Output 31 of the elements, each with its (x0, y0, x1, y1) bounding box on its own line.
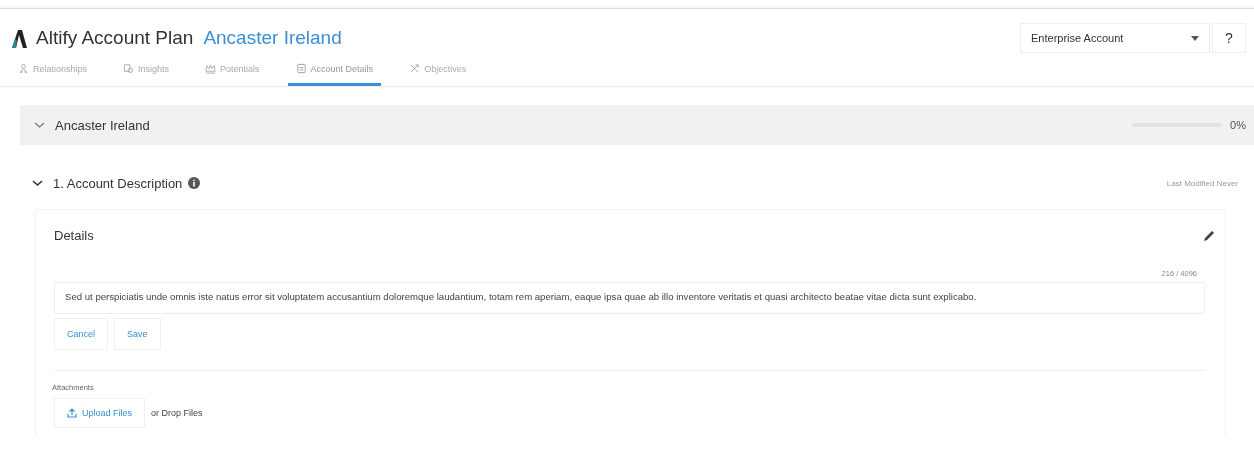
account-name[interactable]: Ancaster Ireland (203, 27, 342, 49)
plan-type-dropdown[interactable]: Enterprise Account (1020, 23, 1210, 53)
tab-icon (409, 63, 421, 74)
cancel-button[interactable]: Cancel (54, 318, 108, 350)
logo-icon (10, 28, 28, 48)
pencil-icon[interactable] (1203, 229, 1215, 242)
drop-hint: or Drop Files (151, 408, 203, 418)
tab-icon (123, 63, 135, 74)
tab[interactable]: Potentials (197, 57, 268, 86)
caret-icon (1191, 35, 1199, 41)
tab[interactable]: Insights (115, 57, 178, 86)
upload-icon (67, 408, 77, 418)
app-title: Altify Account Plan (36, 27, 194, 49)
tab[interactable]: Objectives (401, 57, 475, 86)
chevron-icon[interactable] (32, 179, 43, 187)
tab[interactable]: Relationships (10, 57, 96, 86)
help-button[interactable]: ? (1212, 23, 1246, 53)
tab-icon (295, 63, 307, 74)
section-title: Ancaster Ireland (55, 117, 150, 133)
progress-reading: 0% (1230, 119, 1246, 131)
card-title: Details (54, 228, 94, 243)
section-header[interactable]: Ancaster Ireland 0% (20, 105, 1254, 145)
save-button[interactable]: Save (114, 318, 161, 350)
description-field[interactable]: Sed ut perspiciatis unde omnis iste natus error sit voluptatem accusantium doloremque laudantium, totam rem aperiam, eaque ipsa quae ab illo inventore veritatis et quasi architecto beatae vitae dicta sunt explicabo. (54, 282, 1205, 314)
last-modified: Last Modified Never (1166, 178, 1238, 188)
info-icon[interactable] (188, 177, 201, 189)
tab[interactable]: Account Details (287, 57, 382, 86)
tab-icon (18, 63, 29, 74)
subsection-title: 1. Account Description (53, 175, 183, 191)
upload-button[interactable]: Upload Files (54, 398, 146, 428)
tab-icon (205, 63, 217, 74)
